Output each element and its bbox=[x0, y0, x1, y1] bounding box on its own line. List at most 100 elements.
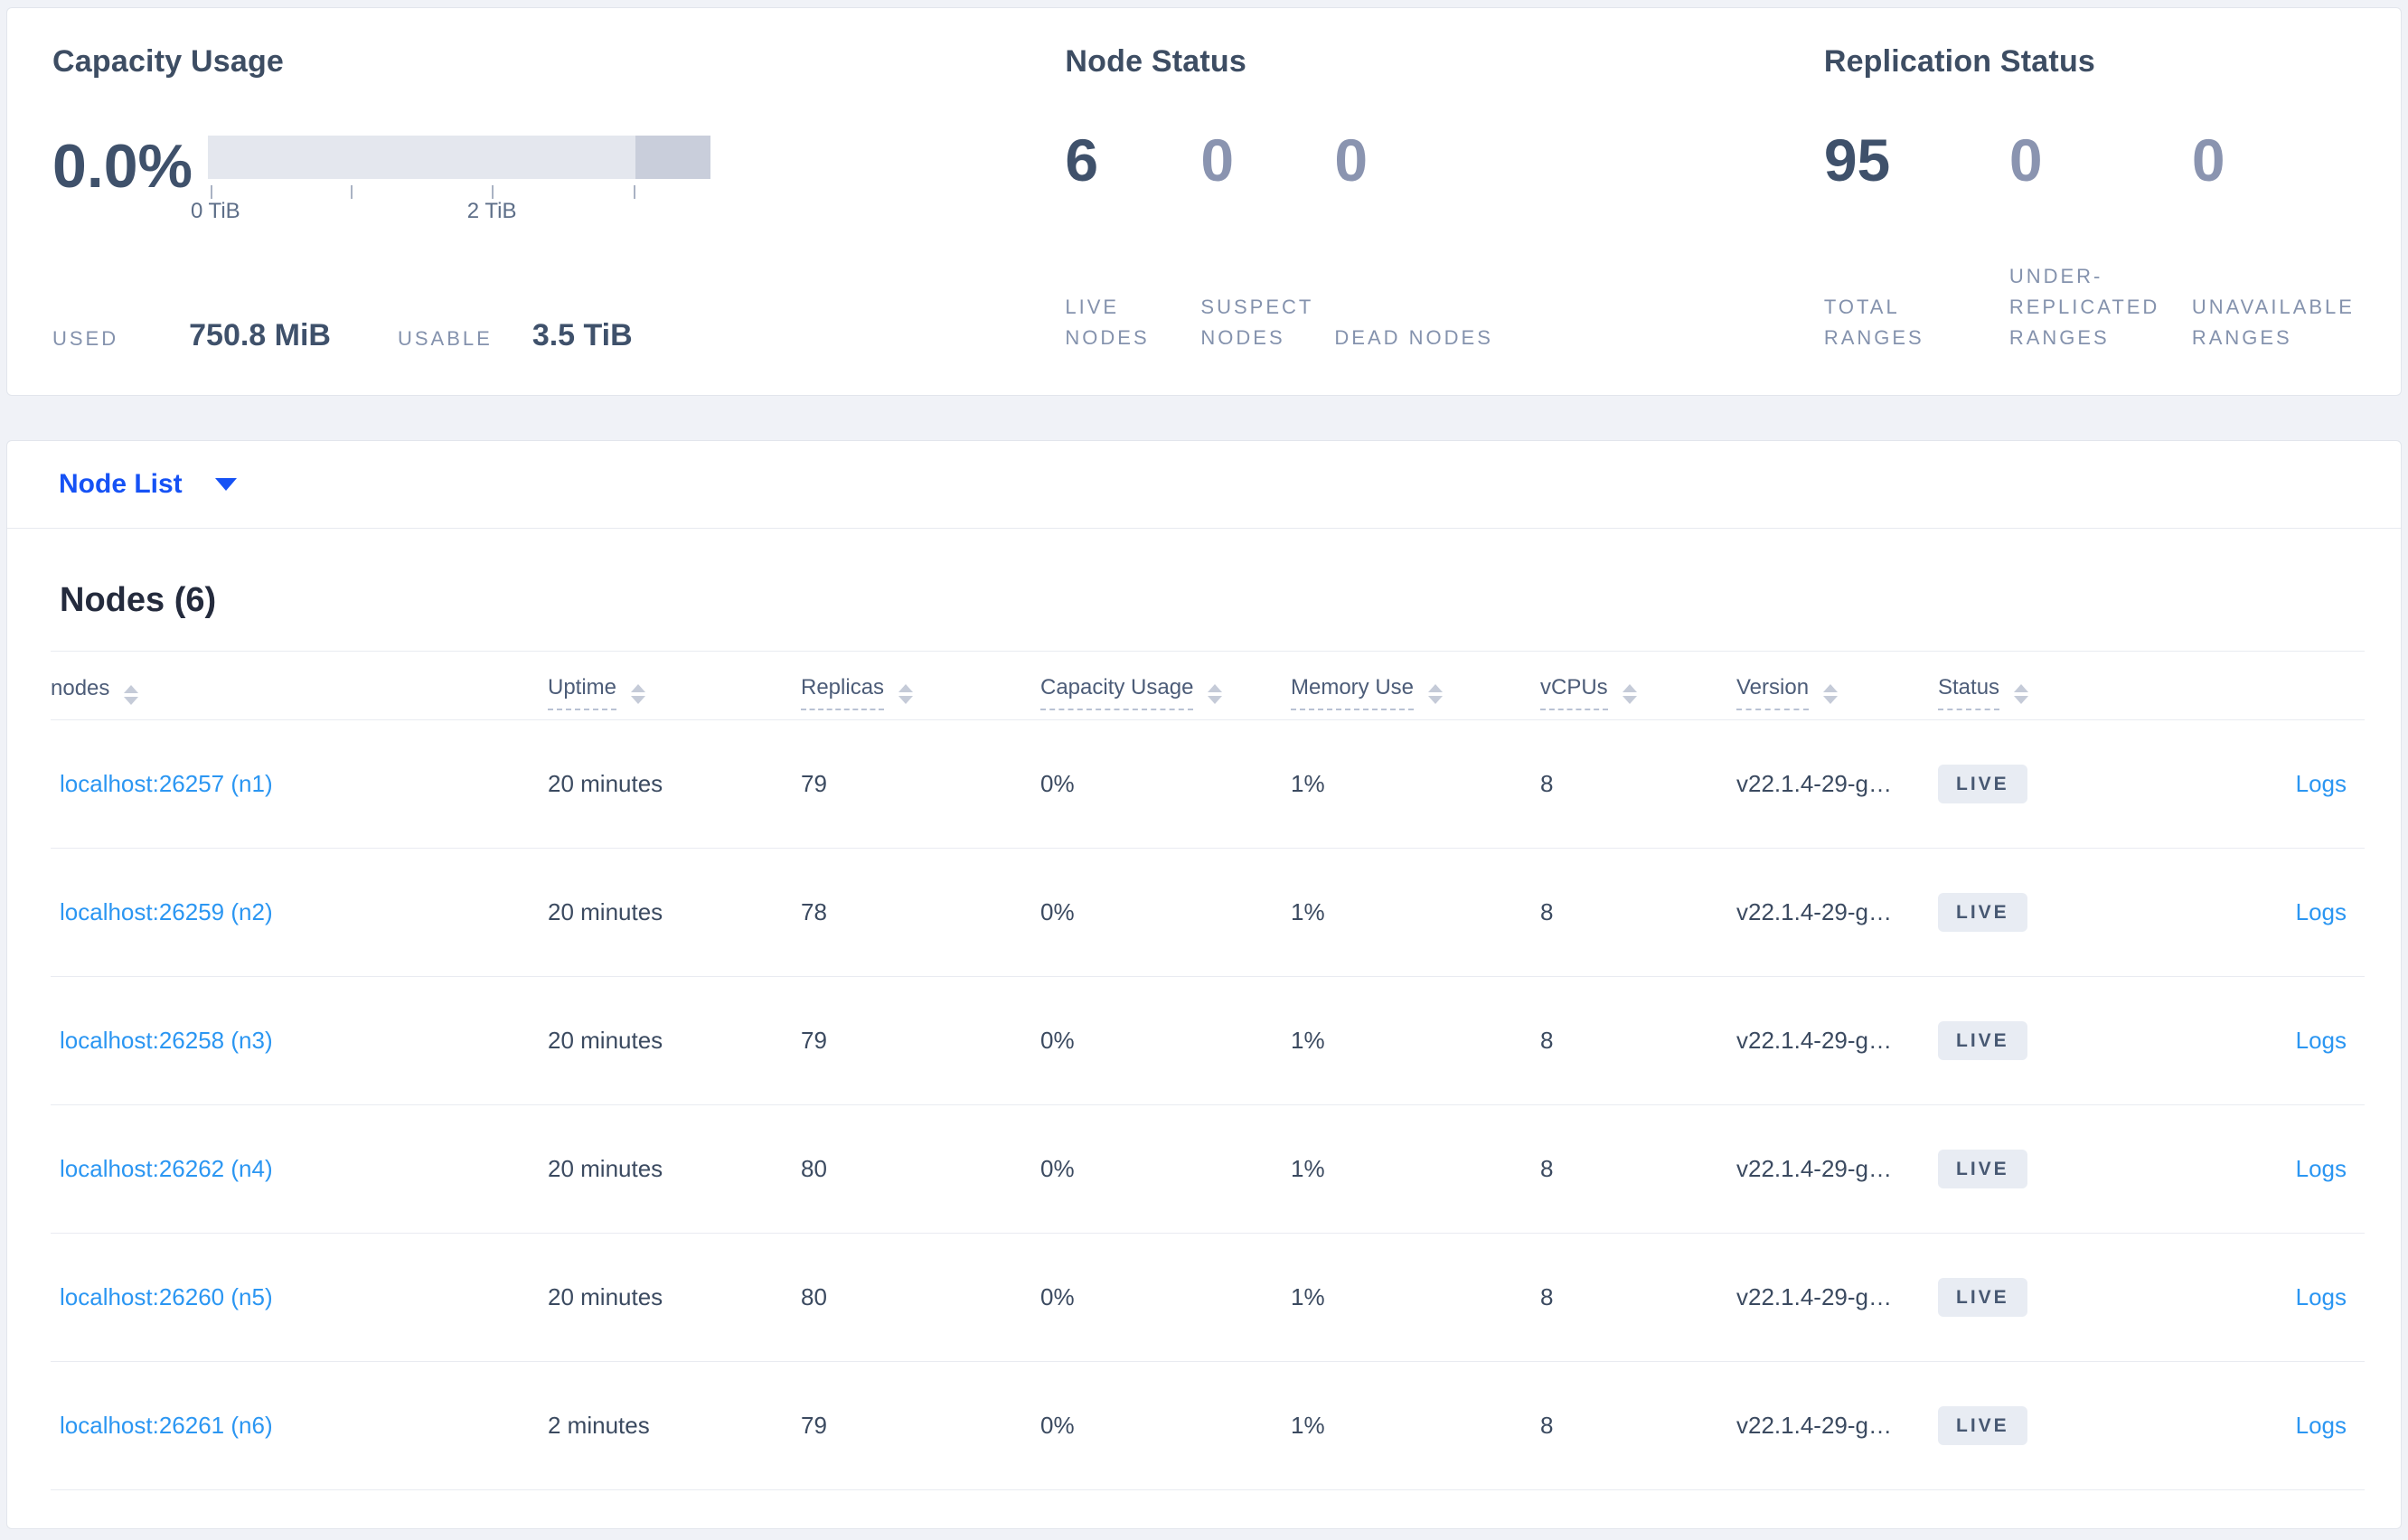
table-row: localhost:26262 (n4) 20 minutes 80 0% 1%… bbox=[51, 1104, 2365, 1233]
live-nodes-label: LIVE NODES bbox=[1065, 295, 1150, 349]
total-ranges-count: 95 bbox=[1823, 127, 1891, 193]
sort-icon[interactable] bbox=[1622, 684, 1637, 704]
column-header-capacity-usage[interactable]: Capacity Usage bbox=[1040, 675, 1291, 710]
nodes-section: Nodes (6) nodes Uptime Replicas Capacity… bbox=[7, 581, 2401, 1526]
axis-label-0tib: 0 TiB bbox=[190, 199, 240, 223]
table-row: localhost:26258 (n3) 20 minutes 79 0% 1%… bbox=[51, 976, 2365, 1104]
under-replicated-ranges-count: 0 bbox=[2008, 127, 2043, 193]
capacity-cell: 0% bbox=[1040, 1412, 1075, 1439]
node-link[interactable]: localhost:26257 (n1) bbox=[60, 770, 273, 797]
used-label: USED bbox=[52, 327, 119, 350]
capacity-usage-bar-chart: 0 TiB 2 TiB bbox=[191, 136, 710, 226]
replicas-cell: 79 bbox=[801, 770, 827, 797]
unavailable-ranges-label: UNAVAILABLE RANGES bbox=[2191, 295, 2355, 349]
replicas-cell: 79 bbox=[801, 1412, 827, 1439]
column-header-version[interactable]: Version bbox=[1736, 675, 1938, 710]
capacity-percent-value: 0.0% bbox=[52, 132, 193, 201]
replicas-cell: 80 bbox=[801, 1155, 827, 1182]
sort-icon[interactable] bbox=[1428, 684, 1444, 704]
nodes-table: nodes Uptime Replicas Capacity Usage Mem… bbox=[51, 651, 2365, 1526]
status-badge: LIVE bbox=[1938, 1021, 2027, 1060]
capacity-axis-labels: 0 TiB 2 TiB bbox=[191, 199, 710, 226]
vcpus-cell: 8 bbox=[1540, 898, 1554, 925]
version-cell: v22.1.4-29-g… bbox=[1736, 1155, 1892, 1182]
column-header-replicas[interactable]: Replicas bbox=[801, 675, 1040, 710]
uptime-cell: 20 minutes bbox=[548, 1027, 663, 1054]
capacity-bar bbox=[208, 136, 710, 179]
node-list-dropdown[interactable]: Node List bbox=[7, 441, 2401, 529]
uptime-cell: 20 minutes bbox=[548, 898, 663, 925]
uptime-cell: 2 minutes bbox=[548, 1412, 650, 1439]
column-header-memory-use[interactable]: Memory Use bbox=[1291, 675, 1540, 710]
uptime-cell: 20 minutes bbox=[548, 1155, 663, 1182]
sort-icon[interactable] bbox=[1208, 684, 1223, 704]
logs-link[interactable]: Logs bbox=[2296, 770, 2347, 797]
node-status-panel: Node Status 6 0 0 LIVE NODES SUSPECT NOD… bbox=[1065, 8, 1823, 395]
node-link[interactable]: localhost:26259 (n2) bbox=[60, 898, 273, 925]
dead-nodes-label: DEAD NODES bbox=[1334, 325, 1493, 349]
memory-cell: 1% bbox=[1291, 1155, 1325, 1182]
tick-mark bbox=[634, 185, 636, 199]
replication-status-panel: Replication Status 95 0 0 TOTAL RANGES U… bbox=[1824, 8, 2401, 395]
tick-mark bbox=[210, 185, 212, 199]
logs-link[interactable]: Logs bbox=[2296, 1027, 2347, 1054]
table-footer bbox=[51, 1489, 2365, 1526]
sort-icon[interactable] bbox=[2014, 684, 2029, 704]
status-badge: LIVE bbox=[1938, 893, 2027, 932]
replicas-cell: 79 bbox=[801, 1027, 827, 1054]
version-cell: v22.1.4-29-g… bbox=[1736, 1283, 1892, 1310]
version-cell: v22.1.4-29-g… bbox=[1736, 770, 1892, 797]
uptime-cell: 20 minutes bbox=[548, 770, 663, 797]
node-link[interactable]: localhost:26262 (n4) bbox=[60, 1155, 273, 1182]
memory-cell: 1% bbox=[1291, 1283, 1325, 1310]
status-badge: LIVE bbox=[1938, 1150, 2027, 1188]
capacity-bar-ticks bbox=[208, 179, 710, 199]
live-nodes-count: 6 bbox=[1065, 127, 1099, 193]
node-list-dropdown-label[interactable]: Node List bbox=[59, 469, 183, 500]
logs-link[interactable]: Logs bbox=[2296, 1412, 2347, 1439]
table-row: localhost:26257 (n1) 20 minutes 79 0% 1%… bbox=[51, 719, 2365, 848]
logs-link[interactable]: Logs bbox=[2296, 1155, 2347, 1182]
vcpus-cell: 8 bbox=[1540, 1283, 1554, 1310]
vcpus-cell: 8 bbox=[1540, 1155, 1554, 1182]
usable-label: USABLE bbox=[397, 327, 493, 350]
table-row: localhost:26259 (n2) 20 minutes 78 0% 1%… bbox=[51, 848, 2365, 976]
memory-cell: 1% bbox=[1291, 1027, 1325, 1054]
table-row: localhost:26260 (n5) 20 minutes 80 0% 1%… bbox=[51, 1233, 2365, 1361]
node-link[interactable]: localhost:26261 (n6) bbox=[60, 1412, 273, 1439]
column-header-nodes[interactable]: nodes bbox=[51, 676, 548, 709]
capacity-usage-panel: Capacity Usage 0.0% 0 TiB 2 TiB USED 750… bbox=[7, 8, 1065, 395]
tick-mark bbox=[351, 185, 353, 199]
status-badge: LIVE bbox=[1938, 1406, 2027, 1445]
version-cell: v22.1.4-29-g… bbox=[1736, 1412, 1892, 1439]
under-replicated-ranges-label: UNDER-REPLICATED RANGES bbox=[2008, 264, 2160, 349]
capacity-cell: 0% bbox=[1040, 1155, 1075, 1182]
memory-cell: 1% bbox=[1291, 1412, 1325, 1439]
column-header-status[interactable]: Status bbox=[1938, 675, 2148, 710]
unavailable-ranges-count: 0 bbox=[2191, 127, 2225, 193]
replicas-cell: 78 bbox=[801, 898, 827, 925]
capacity-cell: 0% bbox=[1040, 770, 1075, 797]
uptime-cell: 20 minutes bbox=[548, 1283, 663, 1310]
vcpus-cell: 8 bbox=[1540, 770, 1554, 797]
logs-link[interactable]: Logs bbox=[2296, 1283, 2347, 1310]
replicas-cell: 80 bbox=[801, 1283, 827, 1310]
logs-link[interactable]: Logs bbox=[2296, 898, 2347, 925]
nodes-heading: Nodes (6) bbox=[60, 581, 217, 619]
column-header-uptime[interactable]: Uptime bbox=[548, 675, 801, 710]
sort-icon[interactable] bbox=[124, 685, 139, 705]
version-cell: v22.1.4-29-g… bbox=[1736, 1027, 1892, 1054]
suspect-nodes-label: SUSPECT NODES bbox=[1200, 295, 1313, 349]
node-link[interactable]: localhost:26258 (n3) bbox=[60, 1027, 273, 1054]
table-row: localhost:26261 (n6) 2 minutes 79 0% 1% … bbox=[51, 1361, 2365, 1489]
node-link[interactable]: localhost:26260 (n5) bbox=[60, 1283, 273, 1310]
memory-cell: 1% bbox=[1291, 898, 1325, 925]
vcpus-cell: 8 bbox=[1540, 1027, 1554, 1054]
usable-value: 3.5 TiB bbox=[531, 318, 633, 352]
sort-icon[interactable] bbox=[1823, 684, 1839, 704]
sort-icon[interactable] bbox=[631, 684, 646, 704]
column-header-vcpus[interactable]: vCPUs bbox=[1540, 675, 1736, 710]
memory-cell: 1% bbox=[1291, 770, 1325, 797]
version-cell: v22.1.4-29-g… bbox=[1736, 898, 1892, 925]
sort-icon[interactable] bbox=[898, 684, 914, 704]
